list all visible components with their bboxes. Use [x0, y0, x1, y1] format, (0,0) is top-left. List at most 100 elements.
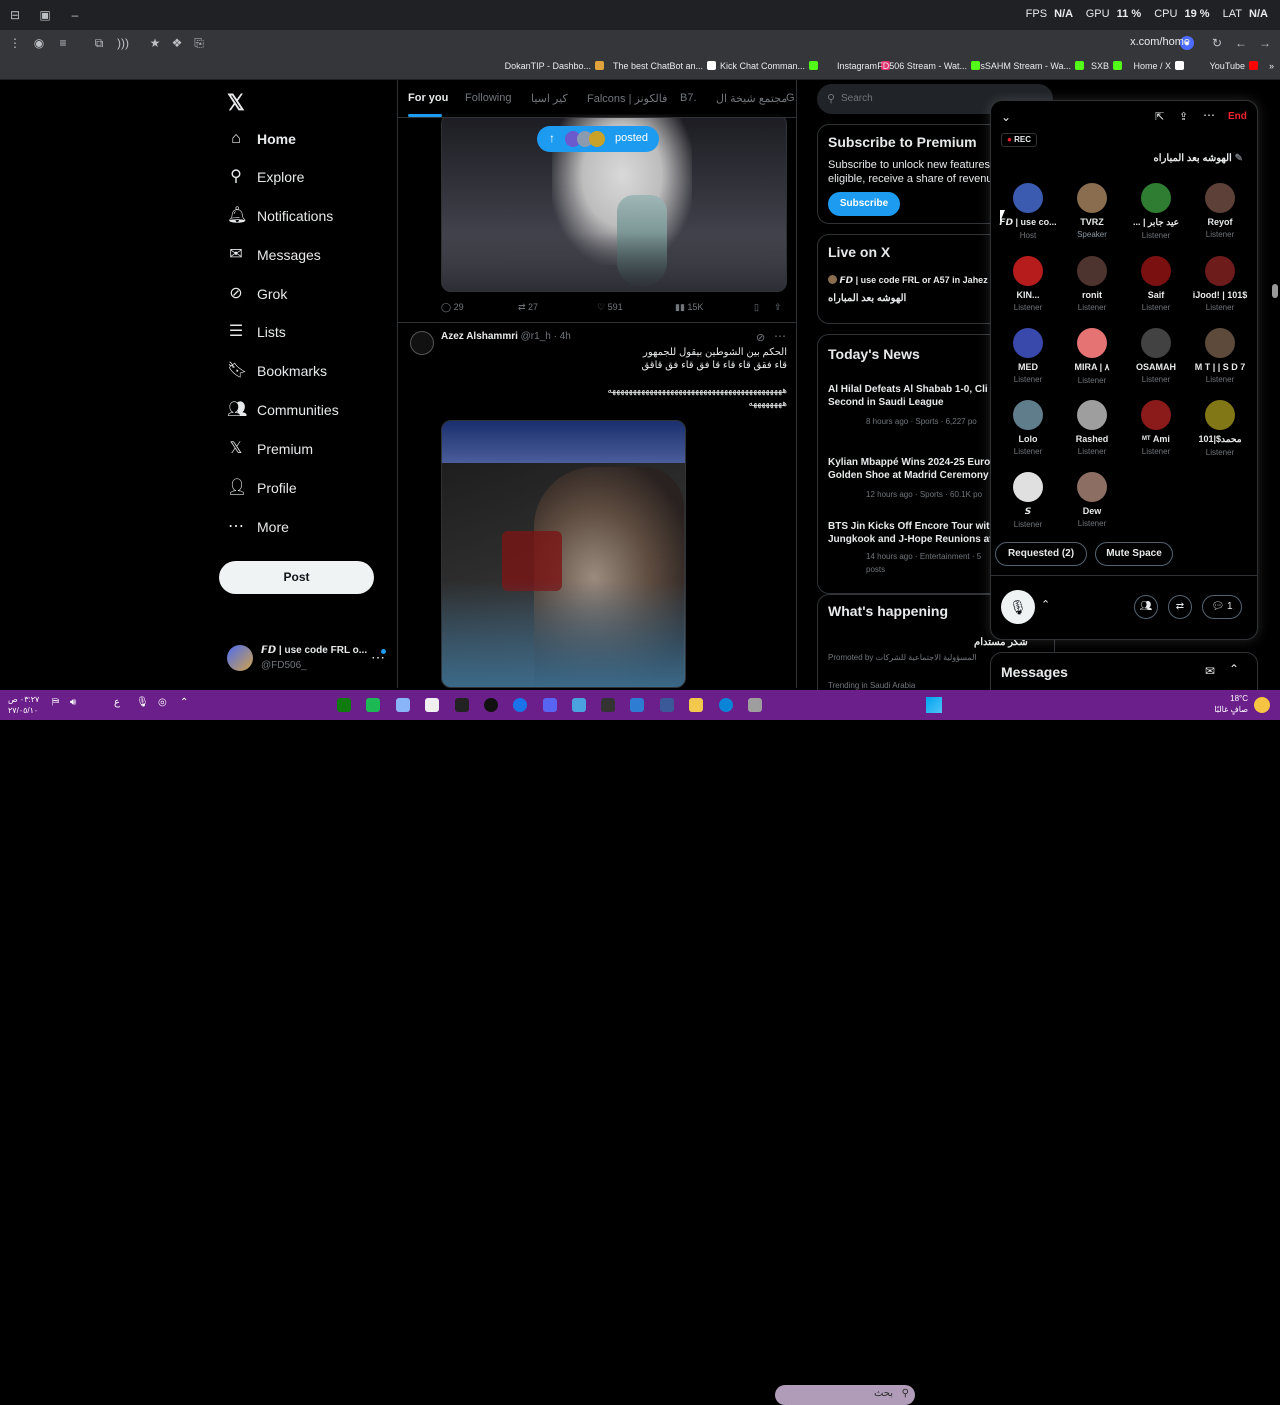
app-icon[interactable]	[748, 698, 762, 712]
page-scrollbar[interactable]	[1272, 284, 1278, 298]
app-icon[interactable]	[337, 698, 351, 712]
tab-for-you[interactable]: For you	[408, 92, 448, 104]
like-button[interactable]: ♡ 591	[597, 302, 623, 313]
tab-falcons[interactable]: Falcons | فالكونز	[587, 92, 667, 105]
avatar[interactable]	[410, 331, 434, 355]
nav-bookmarks[interactable]: 🔖︎ Bookmarks	[227, 356, 327, 386]
share-icon[interactable]: ⇪	[774, 302, 782, 313]
post-time[interactable]: · 4h	[554, 331, 571, 342]
bookmark-youtube[interactable]: YouTube	[1210, 61, 1258, 71]
file-explorer-icon[interactable]	[689, 698, 703, 712]
post-author[interactable]: Azez Alshammri	[441, 331, 518, 342]
views-button[interactable]: ▮▮ 15K	[675, 302, 703, 313]
tab-following[interactable]: Following	[465, 92, 511, 104]
expand-up-icon[interactable]: ⌃	[1229, 662, 1239, 676]
participant-listener[interactable]: ᴹᵀ Ami Listener	[1125, 400, 1187, 456]
live-host[interactable]: 𝙁𝘿 | use code FRL or A57 in Jahez is	[828, 275, 997, 286]
mute-space-button[interactable]: Mute Space	[1095, 542, 1173, 566]
new-posts-pill[interactable]: ↑ posted	[537, 126, 659, 152]
bookmark-home-x[interactable]: Home / X	[1133, 61, 1184, 71]
more-icon[interactable]: ⋯	[774, 329, 786, 343]
tray-app-icon[interactable]: ◎	[158, 697, 167, 708]
tab-search-icon[interactable]: ≡	[54, 34, 72, 52]
post-button[interactable]: Post	[219, 561, 374, 594]
nav-premium[interactable]: 𝕏 Premium	[227, 434, 313, 464]
tab-b7[interactable]: B7.	[680, 92, 697, 104]
share-icon[interactable]: ⧉	[90, 34, 108, 52]
nav-notifications[interactable]: 🔔︎ Notifications	[227, 201, 333, 231]
bookmark-dokantip[interactable]: DokanTIP - Dashbo...	[505, 61, 604, 71]
tab-g[interactable]: G	[786, 92, 795, 104]
participant-listener[interactable]: KIN... Listener	[997, 256, 1059, 312]
participant-listener[interactable]: Saif Listener	[1125, 256, 1187, 312]
app-icon[interactable]	[572, 698, 586, 712]
bookmark-sxb[interactable]: SXB	[1091, 61, 1122, 71]
menu-dots-icon[interactable]: ⋮	[6, 34, 24, 52]
bookmark-fd506[interactable]: FD506 Stream - Wat...	[877, 61, 980, 71]
app-icon[interactable]	[660, 698, 674, 712]
nav-home[interactable]: ⌂ Home	[227, 124, 296, 154]
app-icon[interactable]	[455, 698, 469, 712]
back-icon[interactable]: ←	[1232, 34, 1250, 52]
mic-icon[interactable]: 🎙︎	[136, 697, 149, 708]
language-icon[interactable]: ع	[114, 697, 120, 708]
nav-more[interactable]: ⋯ More	[227, 512, 289, 542]
bookmark-chatbot[interactable]: The best ChatBot an...	[613, 61, 716, 71]
tab-community-1[interactable]: كير اسيا	[531, 92, 568, 105]
messages-dock[interactable]: Messages ✉ ⌃	[990, 652, 1258, 692]
bookmark-kick-chat[interactable]: Kick Chat Comman...	[720, 61, 818, 71]
screenshot-icon[interactable]: ⎘	[190, 34, 208, 52]
news-item[interactable]: Al Hilal Defeats Al Shabab 1-0, Cli Seco…	[828, 383, 988, 428]
windows-start-icon[interactable]	[926, 697, 942, 713]
popout-icon[interactable]: ⇱	[1155, 110, 1164, 123]
app-icon[interactable]	[484, 698, 498, 712]
bookmark-ssahm[interactable]: sSAHM Stream - Wa...	[980, 61, 1084, 71]
participant-listener[interactable]: M T | | S D 7 Listener	[1189, 328, 1251, 384]
notification-icon[interactable]: ⛿	[52, 697, 59, 708]
participant-listener[interactable]: 𝙎 Listener	[997, 472, 1059, 529]
participant-listener[interactable]: 101|$محمد Listener	[1189, 400, 1251, 457]
reload-icon[interactable]: ↻	[1208, 34, 1226, 52]
participant-listener[interactable]: Rashed Listener	[1061, 400, 1123, 456]
live-space-title[interactable]: الهوشه بعد المباراه	[828, 293, 906, 304]
nav-grok[interactable]: ⊘ Grok	[227, 279, 287, 309]
participant-listener[interactable]: OSAMAH Listener	[1125, 328, 1187, 384]
news-item[interactable]: BTS Jin Kicks Off Encore Tour with Jungk…	[828, 520, 996, 576]
tab-community-2[interactable]: مجتمع شيخة ال	[716, 92, 787, 105]
participant-listener[interactable]: ... | عيد جابر Listener	[1125, 183, 1187, 240]
more-bookmarks-icon[interactable]: »	[1269, 61, 1274, 71]
participant-listener[interactable]: ronit Listener	[1061, 256, 1123, 312]
end-space-button[interactable]: End	[1228, 111, 1247, 122]
forward-icon[interactable]: →	[1256, 34, 1274, 52]
post-video[interactable]	[441, 420, 686, 688]
chrome-icon[interactable]	[513, 698, 527, 712]
repost-button[interactable]: ⇄ 27	[518, 302, 538, 313]
extension-icon[interactable]: ◉	[30, 34, 48, 52]
address-bar[interactable]: x.com/home	[1130, 36, 1190, 48]
x-logo-icon[interactable]: 𝕏	[227, 90, 245, 116]
app-icon[interactable]	[366, 698, 380, 712]
cast-icon[interactable]: )))	[114, 34, 132, 52]
participant-listener[interactable]: iJood! | 101$ Listener	[1189, 256, 1251, 312]
bookmark-icon[interactable]: ▯	[754, 302, 759, 313]
nav-explore[interactable]: ⚲ Explore	[227, 162, 304, 192]
account-switcher[interactable]: 𝙁𝘿 | use code FRL o... @FD506_ ⋯	[227, 643, 392, 673]
edge-icon[interactable]	[719, 698, 733, 712]
nav-lists[interactable]: ☰ Lists	[227, 317, 286, 347]
app-icon[interactable]	[425, 698, 439, 712]
share-icon[interactable]: ⇪	[1179, 110, 1188, 123]
participant-listener[interactable]: MED Listener	[997, 328, 1059, 384]
participant-host[interactable]: 𝙁𝘿 | use co... Host	[997, 183, 1059, 240]
participant-listener[interactable]: MIRA | ٨ Listener	[1061, 328, 1123, 385]
tab-favicon-icon[interactable]: ▣	[36, 6, 54, 24]
weather-widget[interactable]: 18°C صافٍ غالبًا	[1196, 693, 1248, 715]
more-icon[interactable]: ⋯	[1203, 108, 1215, 122]
extensions-puzzle-icon[interactable]: ❖	[168, 34, 186, 52]
volume-icon[interactable]: 🔊︎	[70, 697, 76, 708]
app-icon[interactable]	[630, 698, 644, 712]
settings-icon[interactable]	[396, 698, 410, 712]
microphone-button[interactable]: 🎙︎	[1001, 590, 1035, 624]
repost-icon[interactable]: ⇄	[1168, 595, 1192, 619]
nav-messages[interactable]: ✉ Messages	[227, 240, 321, 270]
people-icon[interactable]: 👥︎	[1134, 595, 1158, 619]
